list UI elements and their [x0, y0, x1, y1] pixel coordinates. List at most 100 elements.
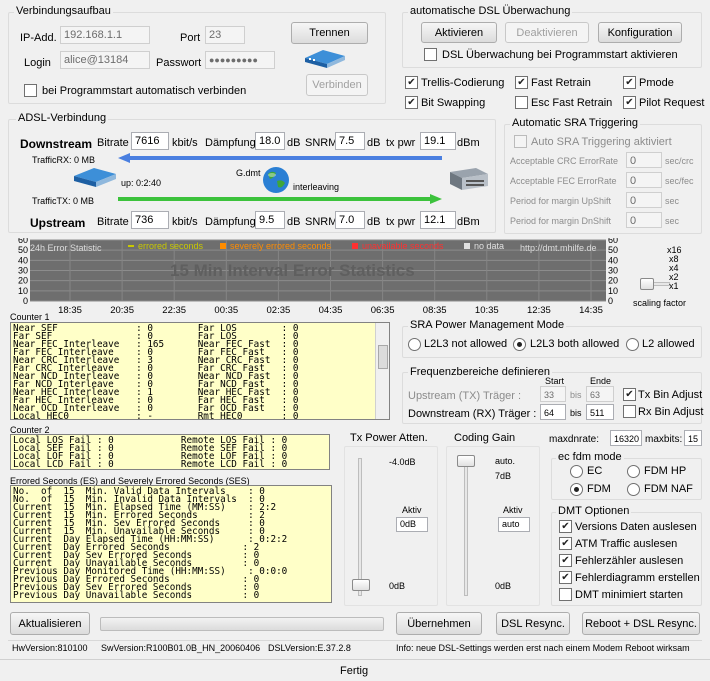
progress-bar — [100, 617, 384, 631]
maxbits-input[interactable]: 15 — [684, 430, 702, 446]
password-input[interactable]: ●●●●●●●●● — [205, 51, 275, 69]
up-bitrate-unit: kbit/s — [172, 216, 198, 228]
sra-crc-input[interactable]: 0 — [626, 152, 662, 168]
ip-input[interactable]: 192.168.1.1 — [60, 26, 150, 44]
scale-tick-1: x1 — [669, 281, 679, 291]
freq-down-bis: bis — [570, 408, 582, 418]
fdm-option-fdm-naf[interactable] — [627, 483, 640, 496]
esc-fast-retrain-checkbox[interactable] — [515, 96, 528, 109]
port-input[interactable]: 23 — [205, 26, 245, 44]
srapm-option-l2-label: L2 allowed — [642, 338, 695, 350]
y-tick-label-left: 10 — [18, 286, 28, 296]
pmode-checkbox[interactable] — [623, 76, 636, 89]
fast-retrain-checkbox[interactable] — [515, 76, 528, 89]
srapm-option-both[interactable] — [513, 338, 526, 351]
scaling-thumb[interactable] — [640, 278, 654, 290]
up-attn-value: 9.5 — [255, 211, 285, 229]
power-bottom-label: 0dB — [389, 581, 406, 591]
power-aktiv-label: Aktiv — [402, 505, 422, 515]
login-input[interactable]: alice@13184 — [60, 51, 150, 69]
freq-up-start[interactable]: 33 — [540, 386, 566, 402]
adsl-group-title: ADSL-Verbindung — [16, 112, 109, 124]
tx-bin-adjust-label: Tx Bin Adjust — [638, 389, 703, 401]
freq-down-end[interactable]: 511 — [586, 404, 614, 420]
sra-upshift-unit: sec — [665, 196, 680, 206]
disconnect-button[interactable]: Trennen — [291, 22, 368, 44]
sra-fec-unit: sec/fec — [665, 176, 694, 186]
counter2-box: Local LOS Fail : 0 Remote LOS Fail : 0 Lo… — [10, 434, 330, 470]
fdm-option-fdm[interactable] — [570, 483, 583, 496]
sra-fec-label: Acceptable FEC ErrorRate — [510, 176, 617, 186]
maxdnrate-label: maxdnrate: — [549, 434, 600, 445]
counter1-scroll-thumb[interactable] — [378, 345, 388, 369]
freq-up-end[interactable]: 63 — [586, 386, 614, 402]
x-tick-label: 14:35 — [579, 305, 603, 316]
y-tick-label-left: 0 — [23, 296, 28, 306]
monitoring-start-checkbox[interactable] — [424, 48, 437, 61]
counter1-scrollbar[interactable] — [375, 323, 389, 419]
upstream-label: Upstream — [30, 216, 86, 230]
deactivate-button[interactable]: Deaktivieren — [505, 22, 589, 43]
freq-up-bis: bis — [570, 390, 582, 400]
refresh-button[interactable]: Aktualisieren — [10, 612, 90, 635]
dsl-resync-button[interactable]: DSL Resync. — [496, 612, 570, 635]
bit-swapping-checkbox[interactable] — [405, 96, 418, 109]
down-txpwr-label: tx pwr — [386, 137, 416, 149]
pilot-request-checkbox[interactable] — [623, 96, 636, 109]
y-tick-label-left: 20 — [18, 276, 28, 286]
y-tick-label-right: 30 — [608, 266, 618, 276]
dmt-minimized-checkbox[interactable] — [559, 588, 572, 601]
downstream-arrow — [118, 153, 442, 163]
sra-dnshift-input[interactable]: 0 — [626, 212, 662, 228]
dmt-atm-checkbox[interactable] — [559, 537, 572, 550]
counter1-box[interactable]: Near SEF : 0 Far LOS : 0 Far SEF : 0 Far … — [10, 322, 390, 420]
up-attn-label: Dämpfung — [205, 216, 256, 228]
apply-button[interactable]: Übernehmen — [396, 612, 482, 635]
dmt-version-checkbox[interactable] — [559, 520, 572, 533]
connect-button[interactable]: Verbinden — [306, 74, 368, 96]
srapm-option-l2[interactable] — [626, 338, 639, 351]
trellis-checkbox[interactable] — [405, 76, 418, 89]
activate-button[interactable]: Aktivieren — [421, 22, 497, 43]
y-tick-label-right: 0 — [608, 296, 613, 306]
fdm-option-fdm-hp-label: FDM HP — [644, 465, 687, 477]
mode-text: G.dmt — [236, 168, 261, 178]
tx-bin-adjust-checkbox[interactable] — [623, 388, 636, 401]
remote-dslam-icon — [450, 168, 488, 190]
gain-aktiv-label: Aktiv — [503, 505, 523, 515]
power-thumb[interactable] — [352, 579, 370, 591]
freq-title: Frequenzbereiche definieren — [408, 366, 553, 378]
sra-fec-input[interactable]: 0 — [626, 172, 662, 188]
configuration-button[interactable]: Konfiguration — [598, 22, 682, 43]
legend-label: no data — [474, 241, 504, 251]
reboot-resync-button[interactable]: Reboot + DSL Resync. — [582, 612, 700, 635]
fdm-option-ec[interactable] — [570, 465, 583, 478]
fdm-title: ec fdm mode — [556, 451, 624, 463]
gain-title: Coding Gain — [454, 432, 516, 444]
fast-retrain-label: Fast Retrain — [531, 77, 591, 89]
down-snrm-label: SNRM — [305, 137, 338, 149]
legend-marker — [464, 243, 470, 249]
dmt-diagram-checkbox[interactable] — [559, 571, 572, 584]
sra-upshift-input[interactable]: 0 — [626, 192, 662, 208]
srapm-option-not-allowed[interactable] — [408, 338, 421, 351]
y-tick-label-right: 40 — [608, 255, 618, 265]
legend-label: unavailable seconds — [362, 241, 444, 251]
maxdnrate-input[interactable]: 16320 — [610, 430, 642, 446]
down-attn-label: Dämpfung — [205, 137, 256, 149]
counter1-title: Counter 1 — [10, 312, 50, 322]
y-tick-label-right: 10 — [608, 286, 618, 296]
gain-thumb[interactable] — [457, 455, 475, 467]
rx-bin-adjust-checkbox[interactable] — [623, 405, 636, 418]
autoconnect-checkbox[interactable] — [24, 84, 37, 97]
fdm-option-fdm-hp[interactable] — [627, 465, 640, 478]
dmt-errors-checkbox[interactable] — [559, 554, 572, 567]
up-txpwr-value: 12.1 — [420, 211, 456, 229]
freq-down-start[interactable]: 64 — [540, 404, 566, 420]
sra-crc-unit: sec/crc — [665, 156, 694, 166]
dmt-errors-label: Fehlerzähler auslesen — [575, 555, 684, 567]
gain-track — [464, 458, 468, 596]
sra-auto-checkbox[interactable] — [514, 135, 527, 148]
es-text: No. of 15 Min. Valid Data Intervals : 0N… — [13, 487, 287, 600]
gain-aktiv-value: auto — [498, 517, 530, 532]
